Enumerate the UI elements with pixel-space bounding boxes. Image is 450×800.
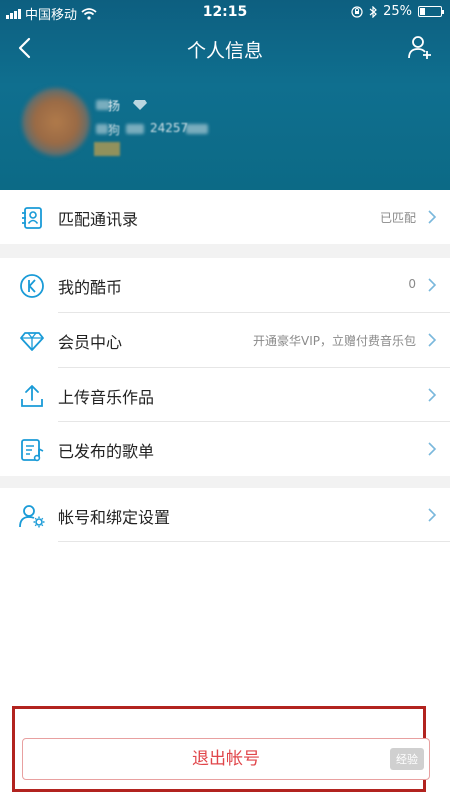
diamond-icon — [20, 332, 44, 351]
profile-name: 扬 — [108, 99, 121, 113]
coins-count: 0 — [408, 277, 416, 291]
profile-number: 24257 — [150, 121, 189, 135]
upload-icon — [21, 385, 43, 407]
watermark: 经验 — [390, 748, 424, 770]
chevron-right-icon — [428, 442, 437, 456]
chevron-right-icon — [428, 210, 437, 224]
contacts-book-icon — [22, 207, 42, 229]
menu-item-contacts[interactable]: 匹配通讯录 已匹配 — [0, 190, 450, 244]
chevron-right-icon — [428, 388, 437, 402]
profile-id: 狗 — [108, 123, 121, 137]
menu-item-upload-music[interactable]: 上传音乐作品 — [0, 368, 450, 422]
coins-label: 我的酷币 — [58, 278, 123, 297]
chevron-right-icon — [428, 333, 437, 347]
blurred-id-prefix — [96, 124, 108, 134]
upload-label: 上传音乐作品 — [58, 388, 155, 407]
contacts-status: 已匹配 — [379, 211, 416, 225]
battery-level — [420, 8, 425, 15]
menu-item-vip-center[interactable]: 会员中心 开通豪华VIP，立赠付费音乐包 — [0, 313, 450, 367]
playlist-note-icon — [21, 439, 44, 462]
add-friend-icon[interactable] — [406, 32, 436, 62]
account-label: 帐号和绑定设置 — [58, 508, 171, 527]
status-bar: 中国移动 12:15 25% — [0, 0, 450, 24]
section-gap — [0, 244, 450, 258]
battery-icon — [418, 6, 444, 17]
level-badge — [94, 142, 120, 156]
vip-label: 会员中心 — [58, 333, 123, 352]
blurred-id-suffix — [186, 124, 208, 134]
coin-k-icon — [20, 274, 44, 298]
playlists-label: 已发布的歌单 — [58, 442, 155, 461]
chevron-right-icon — [428, 508, 437, 522]
user-settings-icon — [19, 505, 45, 528]
navigation-bar: 个人信息 — [0, 26, 450, 70]
logout-button[interactable]: 退出帐号 — [22, 738, 430, 780]
contacts-label: 匹配通讯录 — [58, 210, 139, 229]
profile-card[interactable]: 扬 狗 24257 — [0, 80, 450, 190]
divider — [58, 541, 450, 542]
bluetooth-icon — [369, 5, 377, 18]
orientation-lock-icon — [351, 5, 363, 18]
section-gap — [0, 476, 450, 488]
menu-item-published-playlists[interactable]: 已发布的歌单 — [0, 422, 450, 476]
chevron-right-icon — [428, 278, 437, 292]
menu-item-coins[interactable]: 我的酷币 0 — [0, 258, 450, 312]
menu-item-account-settings[interactable]: 帐号和绑定设置 — [0, 488, 450, 542]
vip-promo: 开通豪华VIP，立赠付费音乐包 — [253, 334, 416, 348]
avatar[interactable] — [22, 88, 90, 156]
page-title: 个人信息 — [186, 40, 263, 62]
diamond-badge-icon — [133, 100, 147, 110]
battery-percent: 25% — [383, 4, 412, 19]
blurred-id-middle — [126, 124, 144, 134]
